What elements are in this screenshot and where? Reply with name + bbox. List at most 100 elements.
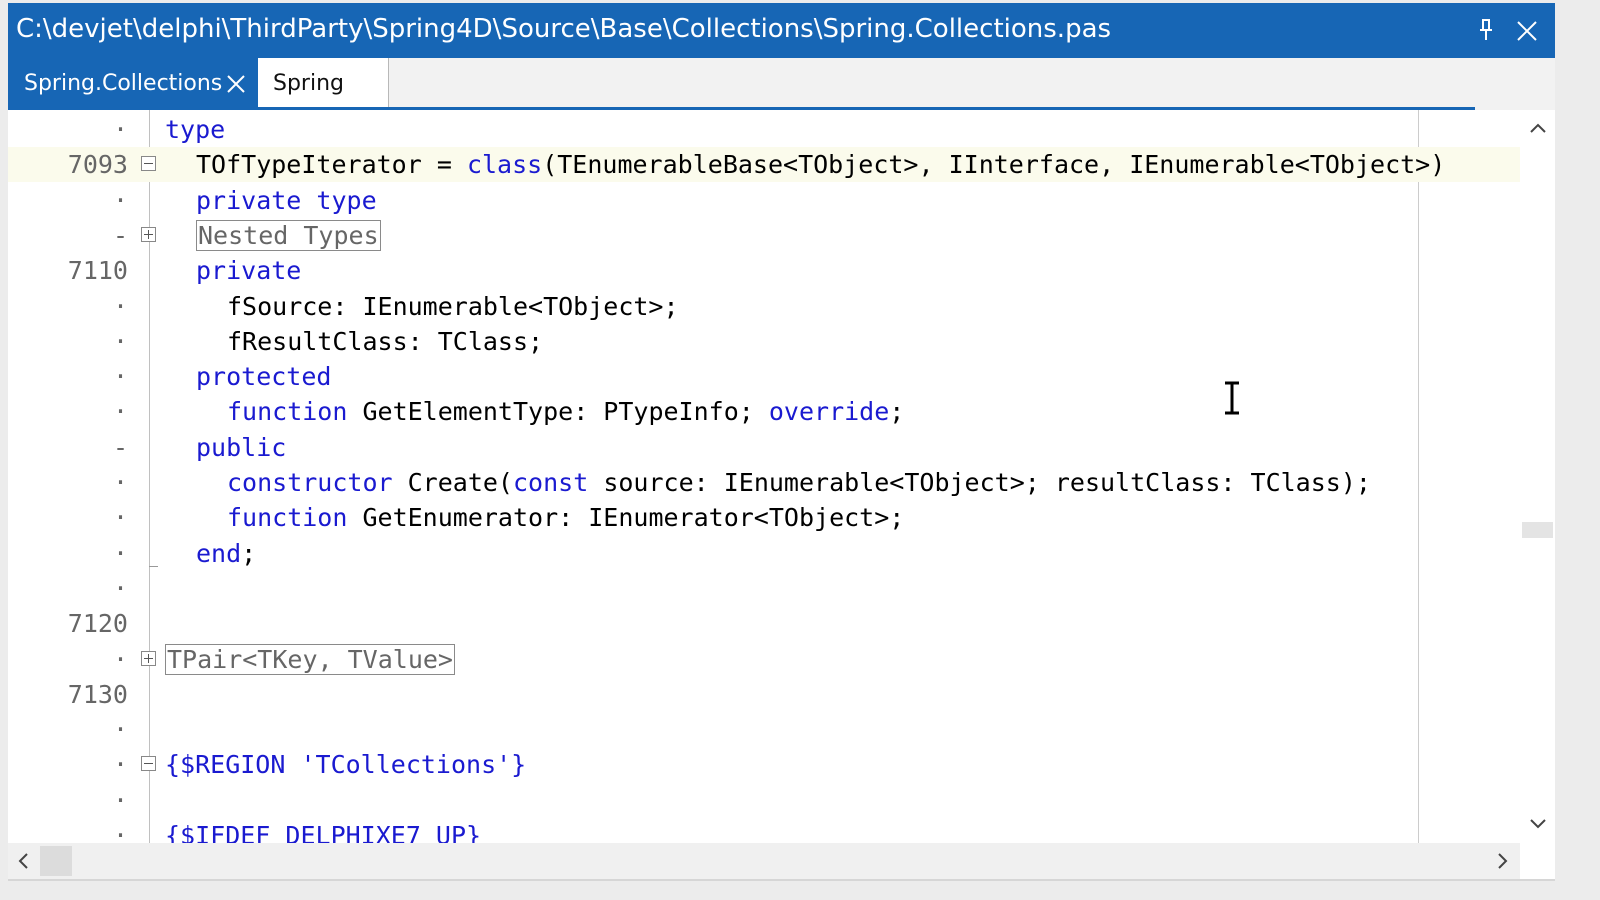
code-line[interactable]: 7110 private — [8, 253, 1520, 288]
code-line[interactable]: · — [8, 571, 1520, 606]
text-cursor-icon — [1225, 381, 1239, 415]
code-line[interactable]: 7120 — [8, 606, 1520, 641]
code-line[interactable]: - public — [8, 430, 1520, 465]
line-number: · — [112, 644, 128, 674]
keyword-token: const — [513, 468, 589, 497]
line-number: · — [112, 715, 128, 745]
line-number: 7110 — [67, 256, 128, 286]
line-number: · — [112, 115, 128, 144]
folded-region[interactable]: TPair<TKey, TValue> — [165, 643, 455, 675]
code-line[interactable]: · — [8, 712, 1520, 747]
keyword-token: function — [227, 397, 348, 427]
code-line[interactable]: · end; — [8, 536, 1520, 571]
keyword-token: {$REGION 'TCollections'} — [165, 750, 527, 780]
line-number: · — [112, 397, 128, 427]
code-text: type — [165, 112, 225, 147]
code-line[interactable]: · {$REGION 'TCollections'} — [8, 747, 1520, 782]
code-line[interactable]: · fResultClass: TClass; — [8, 324, 1520, 359]
code-line[interactable]: 7130 — [8, 677, 1520, 712]
code-text: TOfTypeIterator = class(TEnumerableBase<… — [196, 147, 1445, 182]
code-text: fSource: IEnumerable<TObject>; — [227, 289, 679, 324]
horizontal-scroll-thumb[interactable] — [40, 846, 72, 876]
code-line[interactable]: · private type — [8, 183, 1520, 218]
keyword-token: constructor — [227, 468, 393, 497]
keyword-token: override — [768, 397, 890, 427]
code-token: ; — [241, 538, 257, 568]
code-text: Nested Types — [196, 218, 381, 253]
code-line[interactable]: · TPair<TKey, TValue> — [8, 642, 1520, 677]
line-number: · — [112, 362, 128, 392]
line-number: - — [112, 220, 128, 250]
line-number: 7093 — [67, 150, 128, 180]
code-text: constructor Create(const source: IEnumer… — [227, 465, 1371, 500]
line-number: · — [112, 750, 128, 780]
chevron-down-icon[interactable] — [1528, 814, 1548, 834]
code-line[interactable]: · function GetElementType: PTypeInfo; ove… — [8, 394, 1520, 429]
chevron-right-icon[interactable] — [1492, 851, 1512, 871]
code-token: GetElementType: PTypeInfo; — [347, 397, 769, 427]
code-line[interactable]: · — [8, 783, 1520, 818]
window-title: C:\devjet\delphi\ThirdParty\Spring4D\Sou… — [16, 14, 1112, 44]
code-line[interactable]: 7093 TOfTypeIterator = class(TEnumerableB… — [8, 147, 1520, 183]
keyword-token: type — [165, 115, 226, 144]
code-line[interactable]: · {$IFDEF DELPHIXE7_UP} — [8, 818, 1520, 843]
code-text: public — [196, 430, 286, 465]
code-text: protected — [196, 359, 331, 394]
chevron-up-icon[interactable] — [1528, 118, 1548, 138]
line-number: - — [112, 432, 128, 462]
code-text: TPair<TKey, TValue> — [165, 642, 455, 677]
line-number: · — [112, 573, 128, 603]
code-text: function GetElementType: PTypeInfo; over… — [227, 394, 904, 429]
code-token: Create( — [392, 468, 513, 497]
chevron-left-icon[interactable] — [14, 851, 34, 871]
vertical-scrollbar[interactable] — [1520, 110, 1555, 843]
code-token: source: IEnumerable<TObject>; resultClas… — [588, 468, 1371, 497]
keyword-token: end — [196, 538, 242, 568]
vertical-scroll-thumb[interactable] — [1522, 522, 1553, 538]
expand-icon[interactable] — [141, 226, 156, 242]
folded-region[interactable]: Nested Types — [196, 219, 381, 251]
line-number: 7120 — [67, 609, 128, 639]
code-text: fResultClass: TClass; — [227, 324, 543, 359]
line-number: · — [112, 468, 128, 497]
code-line[interactable]: - Nested Types — [8, 218, 1520, 253]
line-number: 7130 — [67, 679, 128, 709]
code-text: end; — [196, 536, 256, 571]
keyword-token: protected — [196, 362, 332, 392]
tab-spring[interactable]: Spring — [258, 58, 389, 107]
keyword-token: public — [196, 432, 287, 462]
keyword-token: private — [196, 256, 302, 286]
code-token: GetEnumerator: IEnumerator<TObject>; — [347, 503, 905, 533]
status-strip — [8, 879, 1555, 881]
code-token: ; — [889, 397, 905, 427]
expand-icon[interactable] — [141, 650, 156, 666]
line-number: · — [112, 821, 128, 843]
code-line[interactable]: · constructor Create(const source: IEnume… — [8, 465, 1520, 500]
close-icon[interactable] — [225, 73, 247, 95]
code-text: {$REGION 'TCollections'} — [165, 747, 526, 782]
line-number: · — [112, 326, 128, 356]
pin-icon[interactable] — [1475, 17, 1497, 43]
horizontal-scrollbar[interactable] — [8, 843, 1520, 879]
keyword-token: {$IFDEF DELPHIXE7_UP} — [165, 821, 482, 843]
tab-label: Spring.Collections — [24, 71, 223, 96]
code-line[interactable]: · type — [8, 112, 1520, 147]
keyword-token: class — [466, 150, 543, 180]
code-editor[interactable]: · type 7093 TOfTypeIterator = class(TEnumer… — [8, 110, 1520, 843]
collapse-icon[interactable] — [141, 756, 156, 772]
collapse-icon[interactable] — [141, 156, 156, 172]
code-text: private type — [196, 183, 377, 218]
code-line[interactable]: · fSource: IEnumerable<TObject>; — [8, 289, 1520, 324]
close-icon[interactable] — [1516, 20, 1538, 42]
line-number: · — [112, 503, 128, 533]
code-line[interactable]: · protected — [8, 359, 1520, 394]
keyword-token: function — [227, 503, 348, 533]
code-token: fResultClass: TClass; — [227, 326, 544, 356]
code-token: fSource: IEnumerable<TObject>; — [227, 291, 679, 321]
line-number: · — [112, 538, 128, 568]
code-line[interactable]: · function GetEnumerator: IEnumerator<TOb… — [8, 500, 1520, 535]
editor-window: C:\devjet\delphi\ThirdParty\Spring4D\Sou… — [8, 3, 1555, 881]
code-token: TOfTypeIterator = — [196, 150, 467, 180]
tab-spring-collections[interactable]: Spring.Collections — [8, 58, 258, 110]
code-text: {$IFDEF DELPHIXE7_UP} — [165, 818, 481, 843]
